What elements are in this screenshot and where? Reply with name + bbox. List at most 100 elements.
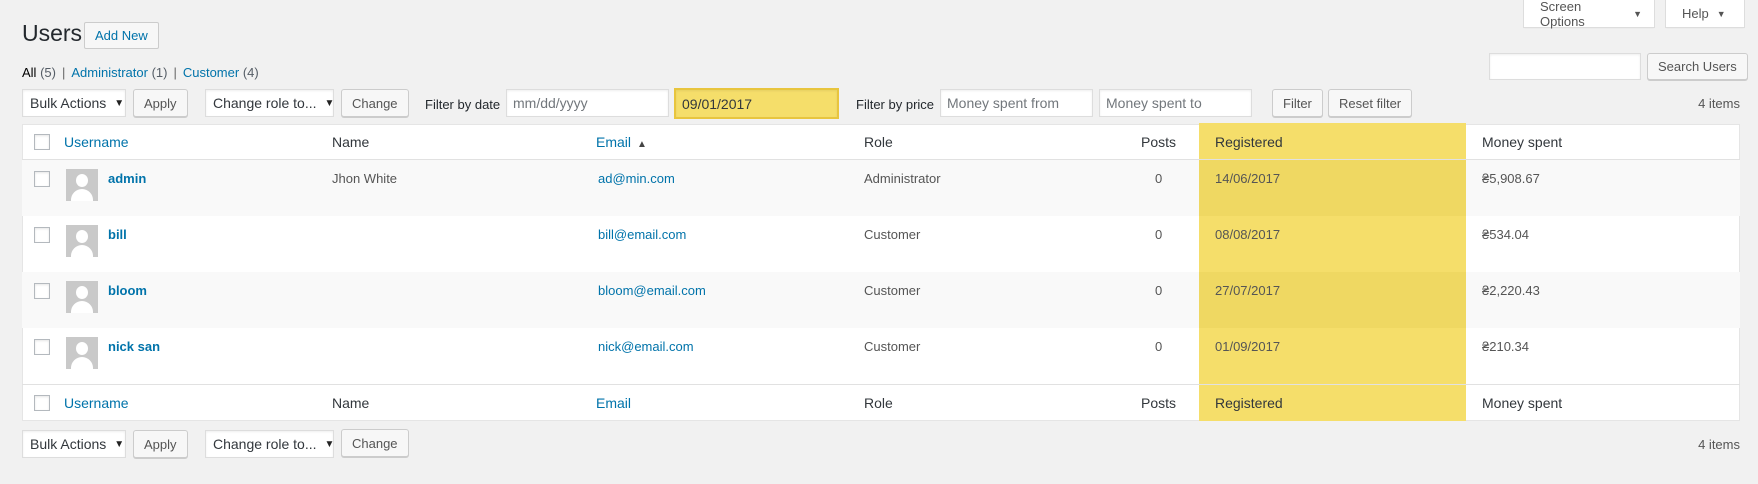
- dropdown-caret-icon: ▼: [324, 438, 335, 450]
- view-customer[interactable]: Customer (4): [183, 65, 259, 80]
- column-money-spent: Money spent: [1482, 134, 1563, 150]
- change-role-value: Change role to...: [213, 95, 317, 111]
- posts-count: 0: [1155, 339, 1163, 354]
- username-link[interactable]: admin: [108, 171, 146, 186]
- dropdown-caret-icon: ▼: [114, 97, 125, 109]
- view-all[interactable]: All (5): [22, 65, 56, 80]
- column-name-footer: Name: [332, 395, 370, 411]
- email-link[interactable]: bloom@email.com: [598, 283, 706, 298]
- column-name: Name: [332, 134, 370, 150]
- avatar: [66, 169, 98, 201]
- user-name: Jhon White: [332, 171, 398, 186]
- user-role: Customer: [864, 283, 921, 298]
- change-role-value: Change role to...: [213, 436, 317, 452]
- column-posts-footer: Posts: [1141, 395, 1177, 411]
- view-administrator[interactable]: Administrator (1): [71, 65, 167, 80]
- dropdown-caret-icon: ▼: [324, 97, 335, 109]
- avatar: [66, 225, 98, 257]
- bulk-actions-value: Bulk Actions: [30, 95, 107, 111]
- column-posts: Posts: [1141, 134, 1177, 150]
- bulk-actions-select-bottom[interactable]: Bulk Actions ▼: [22, 430, 126, 458]
- change-button[interactable]: Change: [341, 89, 409, 117]
- sort-ascending-icon: ▲: [637, 139, 647, 150]
- registered-stripe: [1199, 272, 1466, 328]
- add-new-button[interactable]: Add New: [84, 22, 159, 49]
- registered-date: 27/07/2017: [1215, 283, 1281, 298]
- price-to-input[interactable]: [1099, 89, 1252, 117]
- row-checkbox[interactable]: [34, 283, 50, 299]
- column-email-footer[interactable]: Email: [596, 395, 631, 411]
- money-spent: ₴534.04: [1482, 227, 1529, 242]
- column-money-spent-footer: Money spent: [1482, 395, 1563, 411]
- registered-date: 14/06/2017: [1215, 171, 1281, 186]
- email-link[interactable]: bill@email.com: [598, 227, 686, 242]
- date-to-input[interactable]: [674, 88, 839, 119]
- triangle-down-icon: ▼: [1633, 8, 1642, 19]
- registered-stripe: [1199, 160, 1466, 216]
- posts-count: 0: [1155, 227, 1163, 242]
- column-registered-footer: Registered: [1215, 395, 1283, 411]
- row-checkbox[interactable]: [34, 171, 50, 187]
- user-role: Customer: [864, 227, 921, 242]
- view-customer-link[interactable]: Customer: [183, 65, 239, 80]
- view-customer-count: (4): [242, 65, 259, 80]
- bulk-actions-select[interactable]: Bulk Actions ▼: [22, 89, 126, 117]
- screen-options-button[interactable]: Screen Options ▼: [1523, 0, 1655, 29]
- help-button[interactable]: Help ▼: [1665, 0, 1745, 28]
- filter-by-price-label: Filter by price: [856, 97, 935, 112]
- column-role-footer: Role: [864, 395, 893, 411]
- search-users-button[interactable]: Search Users: [1647, 53, 1748, 80]
- user-role: Customer: [864, 339, 921, 354]
- avatar: [66, 337, 98, 369]
- email-link[interactable]: nick@email.com: [598, 339, 694, 354]
- page-title: Users: [22, 20, 83, 46]
- money-spent: ₴2,220.43: [1482, 283, 1540, 298]
- registered-date: 08/08/2017: [1215, 227, 1281, 242]
- filter-by-date-label: Filter by date: [425, 97, 501, 112]
- items-count-bottom: 4 items: [1698, 437, 1740, 452]
- column-email-header[interactable]: Email ▲: [596, 134, 647, 150]
- bulk-actions-value: Bulk Actions: [30, 436, 107, 452]
- view-administrator-link[interactable]: Administrator: [71, 65, 148, 80]
- footer-divider: [22, 384, 1740, 385]
- column-email[interactable]: Email: [596, 134, 631, 150]
- view-all-count: (5): [40, 65, 56, 80]
- row-stripe: [22, 272, 1740, 328]
- email-link[interactable]: ad@min.com: [598, 171, 675, 186]
- view-all-label: All: [22, 65, 37, 80]
- posts-count: 0: [1155, 171, 1163, 186]
- avatar: [66, 281, 98, 313]
- select-all-checkbox[interactable]: [34, 134, 50, 150]
- apply-button-bottom[interactable]: Apply: [133, 430, 188, 458]
- price-from-input[interactable]: [940, 89, 1093, 117]
- user-role: Administrator: [864, 171, 941, 186]
- separator: |: [61, 65, 66, 80]
- date-from-input[interactable]: [506, 89, 669, 117]
- select-all-checkbox-footer[interactable]: [34, 395, 50, 411]
- change-button-bottom[interactable]: Change: [341, 429, 409, 457]
- filter-button[interactable]: Filter: [1272, 89, 1323, 117]
- row-checkbox[interactable]: [34, 227, 50, 243]
- row-checkbox[interactable]: [34, 339, 50, 355]
- row-stripe: [22, 160, 1740, 216]
- username-link[interactable]: bill: [108, 227, 127, 242]
- username-link[interactable]: bloom: [108, 283, 147, 298]
- items-count-top: 4 items: [1698, 96, 1740, 111]
- apply-button[interactable]: Apply: [133, 89, 188, 117]
- change-role-select-bottom[interactable]: Change role to... ▼: [205, 430, 334, 458]
- posts-count: 0: [1155, 283, 1163, 298]
- column-role: Role: [864, 134, 893, 150]
- header-divider: [22, 159, 1740, 160]
- user-search-input[interactable]: [1489, 53, 1641, 80]
- money-spent: ₴210.34: [1482, 339, 1529, 354]
- registered-date: 01/09/2017: [1215, 339, 1281, 354]
- triangle-down-icon: ▼: [1716, 8, 1726, 19]
- reset-filter-button[interactable]: Reset filter: [1328, 89, 1413, 117]
- separator: |: [173, 65, 177, 80]
- column-username-footer[interactable]: Username: [64, 395, 129, 411]
- username-link[interactable]: nick san: [108, 339, 160, 354]
- money-spent: ₴5,908.67: [1482, 171, 1540, 186]
- dropdown-caret-icon: ▼: [114, 438, 125, 450]
- column-username[interactable]: Username: [64, 134, 129, 150]
- change-role-select[interactable]: Change role to... ▼: [205, 89, 334, 117]
